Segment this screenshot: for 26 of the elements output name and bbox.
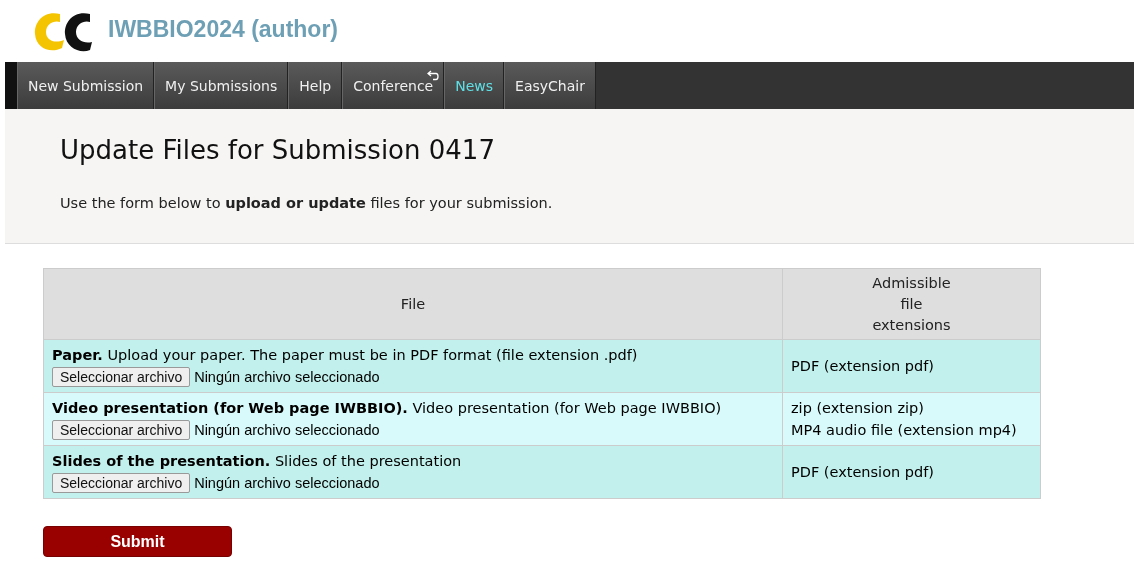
- return-arrow-icon: [427, 70, 440, 82]
- conference-title: IWBBIO2024 (author): [108, 15, 339, 43]
- file-status: Ningún archivo seleccionado: [194, 421, 380, 440]
- extension-text: PDF (extension pdf): [791, 463, 935, 482]
- extension-text: PDF (extension pdf): [791, 357, 935, 376]
- column-header: File: [43, 268, 783, 340]
- file-description: Slides of the presentation. Slides of the presentation: [52, 452, 463, 471]
- file-description: Video presentation (for Web page IWBBIO). Video presentation (for Web page IWBBIO): [52, 399, 723, 418]
- file-status: Ningún archivo seleccionado: [194, 474, 380, 493]
- choose-file-button[interactable]: Seleccionar archivo: [52, 367, 191, 387]
- menu-item[interactable]: My Submissions: [154, 62, 289, 109]
- menu-item[interactable]: New Submission: [17, 62, 155, 109]
- file-description: Paper. Upload your paper. The paper must be in PDF format (file extension .pdf): [52, 346, 639, 365]
- page-title: Update Files for Submission 0417: [60, 135, 496, 165]
- extension-text: zip (extension zip): [791, 399, 925, 418]
- menu-item[interactable]: EasyChair: [504, 62, 596, 109]
- column-header: Admissible file extensions: [782, 268, 1041, 340]
- file-status: Ningún archivo seleccionado: [194, 368, 380, 387]
- extension-text: MP4 audio file (extension mp4): [791, 421, 1018, 440]
- menu-item[interactable]: News: [444, 62, 505, 109]
- intro-text: Use the form below to upload or update files for your submission.: [60, 195, 554, 211]
- choose-file-button[interactable]: Seleccionar archivo: [52, 473, 191, 493]
- menu-item[interactable]: Help: [288, 62, 343, 109]
- submit-button[interactable]: Submit: [43, 526, 232, 557]
- choose-file-button[interactable]: Seleccionar archivo: [52, 420, 191, 440]
- menu-item[interactable]: Conference: [342, 62, 445, 109]
